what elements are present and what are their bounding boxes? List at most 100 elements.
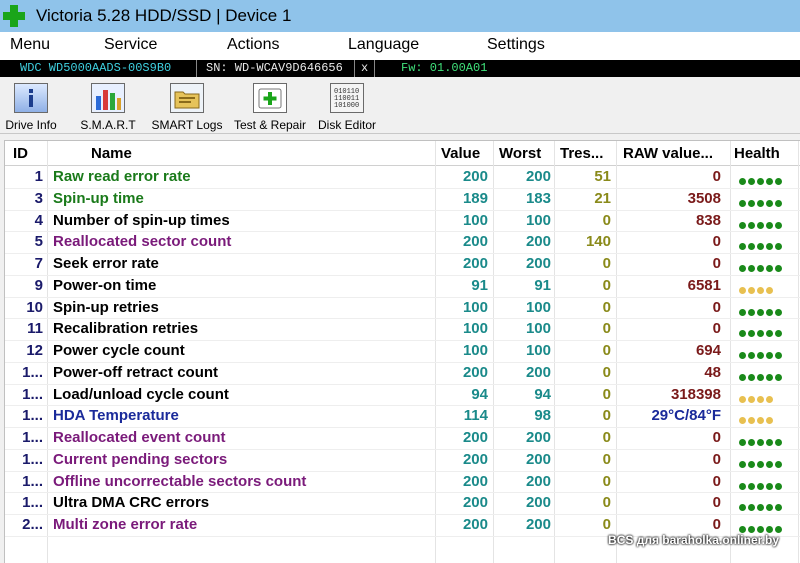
health-indicator — [739, 390, 775, 403]
health-indicator — [739, 324, 784, 338]
table-row[interactable]: 1... Power-off retract count 200 200 0 48 — [5, 362, 800, 385]
cell-raw: 6581 — [687, 276, 721, 294]
cell-name: Load/unload cycle count — [53, 385, 229, 403]
cell-value: 100 — [462, 320, 488, 338]
cell-value: 100 — [462, 211, 488, 229]
disk-editor-button[interactable]: 010110 110011 101000 Disk Editor — [318, 81, 376, 132]
col-id-header[interactable]: ID — [13, 145, 28, 162]
menu-menu[interactable]: Menu — [10, 36, 50, 54]
cell-id: 5 — [34, 233, 43, 251]
toolbar: Drive Info S.M.A.R.T SMART Logs Test & R… — [0, 77, 800, 134]
table-row[interactable]: 4 Number of spin-up times 100 100 0 838 — [5, 210, 800, 233]
col-value-header[interactable]: Value — [441, 145, 480, 162]
menu-actions[interactable]: Actions — [227, 36, 279, 54]
table-row[interactable]: 7 Seek error rate 200 200 0 0 — [5, 253, 800, 276]
cell-tres: 0 — [602, 298, 611, 316]
cell-value: 114 — [463, 407, 488, 425]
cell-name: Spin-up retries — [53, 298, 159, 316]
cell-tres: 0 — [602, 494, 611, 512]
health-indicator — [739, 281, 775, 294]
table-row[interactable]: 1... HDA Temperature 114 98 0 29°C/84°F — [5, 405, 800, 428]
table-row[interactable]: 11 Recalibration retries 100 100 0 0 — [5, 318, 800, 341]
folder-icon — [170, 83, 204, 113]
col-raw-header[interactable]: RAW value... — [623, 145, 713, 162]
cell-id: 10 — [26, 298, 43, 316]
cell-worst: 94 — [534, 385, 551, 403]
smart-logs-button[interactable]: SMART Logs — [152, 81, 222, 132]
table-row[interactable]: 1... Load/unload cycle count 94 94 0 318398 — [5, 384, 800, 407]
cell-value: 189 — [462, 189, 488, 207]
window-title: Victoria 5.28 HDD/SSD | Device 1 — [36, 6, 292, 25]
cell-id: 11 — [27, 320, 43, 338]
cell-value: 200 — [462, 472, 488, 490]
cell-name: Recalibration retries — [53, 320, 199, 338]
cell-value: 200 — [462, 255, 488, 272]
col-worst-header[interactable]: Worst — [499, 145, 541, 162]
table-row[interactable]: 1... Ultra DMA CRC errors 200 200 0 0 — [5, 492, 800, 515]
cell-id: 4 — [34, 211, 43, 229]
cell-worst: 200 — [525, 233, 551, 251]
cell-tres: 0 — [602, 407, 611, 425]
drive-info-button[interactable]: Drive Info — [5, 81, 57, 132]
cell-worst: 100 — [525, 320, 551, 338]
cell-name: Multi zone error rate — [53, 516, 198, 533]
cell-value: 94 — [471, 385, 488, 403]
cell-name: Number of spin-up times — [53, 211, 230, 229]
cell-id: 1... — [22, 472, 43, 490]
first-aid-icon — [253, 83, 287, 113]
cell-name: Seek error rate — [53, 255, 159, 272]
cell-id: 1... — [22, 494, 43, 512]
smart-button[interactable]: S.M.A.R.T — [80, 81, 136, 132]
cell-worst: 200 — [525, 472, 551, 490]
table-row[interactable]: 1 Raw read error rate 200 200 51 0 — [5, 166, 800, 189]
health-indicator — [739, 411, 775, 425]
watermark: BCS для baraholka.onliner.by — [608, 533, 779, 547]
cell-value: 100 — [462, 298, 488, 316]
device-serial: SN: WD-WCAV9D646656 — [206, 61, 343, 75]
cell-raw: 838 — [695, 211, 721, 229]
col-health-header[interactable]: Health — [734, 145, 780, 162]
table-row[interactable]: 1... Current pending sectors 200 200 0 0 — [5, 449, 800, 472]
health-indicator — [739, 237, 784, 251]
cell-id: 1... — [22, 407, 43, 425]
cell-raw: 318398 — [670, 385, 721, 403]
device-firmware: Fw: 01.00A01 — [401, 61, 488, 75]
table-row[interactable]: 10 Spin-up retries 100 100 0 0 — [5, 297, 800, 320]
table-header: ID Name Value Worst Tres... RAW value...… — [5, 141, 800, 166]
health-indicator — [739, 455, 784, 468]
table-row[interactable]: 5 Reallocated sector count 200 200 140 0 — [5, 231, 800, 254]
cell-worst: 200 — [525, 363, 551, 381]
table-row[interactable]: 1... Reallocated event count 200 200 0 0 — [5, 427, 800, 450]
cell-worst: 100 — [525, 211, 551, 229]
cell-id: 3 — [34, 189, 43, 207]
cell-tres: 0 — [602, 385, 611, 403]
cell-worst: 91 — [534, 276, 551, 294]
cell-worst: 200 — [525, 168, 551, 185]
cell-raw: 3508 — [687, 189, 721, 207]
table-row[interactable]: 3 Spin-up time 189 183 21 3508 — [5, 188, 800, 211]
health-indicator — [739, 346, 784, 359]
cell-name: Power cycle count — [53, 342, 185, 359]
cell-worst: 200 — [525, 450, 551, 468]
cell-value: 200 — [462, 516, 488, 533]
binary-icon: 010110 110011 101000 — [330, 83, 364, 113]
device-close-button[interactable]: x — [361, 61, 368, 75]
cell-tres: 0 — [602, 320, 611, 338]
cell-worst: 98 — [534, 407, 551, 425]
menu-service[interactable]: Service — [104, 36, 157, 54]
cell-worst: 200 — [525, 429, 551, 446]
cell-name: Power-off retract count — [53, 363, 219, 381]
cell-worst: 200 — [525, 494, 551, 512]
cell-tres: 0 — [602, 342, 611, 359]
cell-raw: 694 — [695, 342, 721, 359]
col-name-header[interactable]: Name — [91, 145, 132, 162]
col-tres-header[interactable]: Tres... — [560, 145, 603, 162]
table-row[interactable]: 9 Power-on time 91 91 0 6581 — [5, 275, 800, 298]
menu-settings[interactable]: Settings — [487, 36, 545, 54]
table-row[interactable]: 12 Power cycle count 100 100 0 694 — [5, 340, 800, 363]
cell-name: Reallocated sector count — [53, 233, 232, 251]
menu-language[interactable]: Language — [348, 36, 419, 54]
cell-tres: 0 — [602, 211, 611, 229]
table-row[interactable]: 1... Offline uncorrectable sectors count 2… — [5, 471, 800, 494]
test-repair-button[interactable]: Test & Repair — [234, 81, 306, 132]
